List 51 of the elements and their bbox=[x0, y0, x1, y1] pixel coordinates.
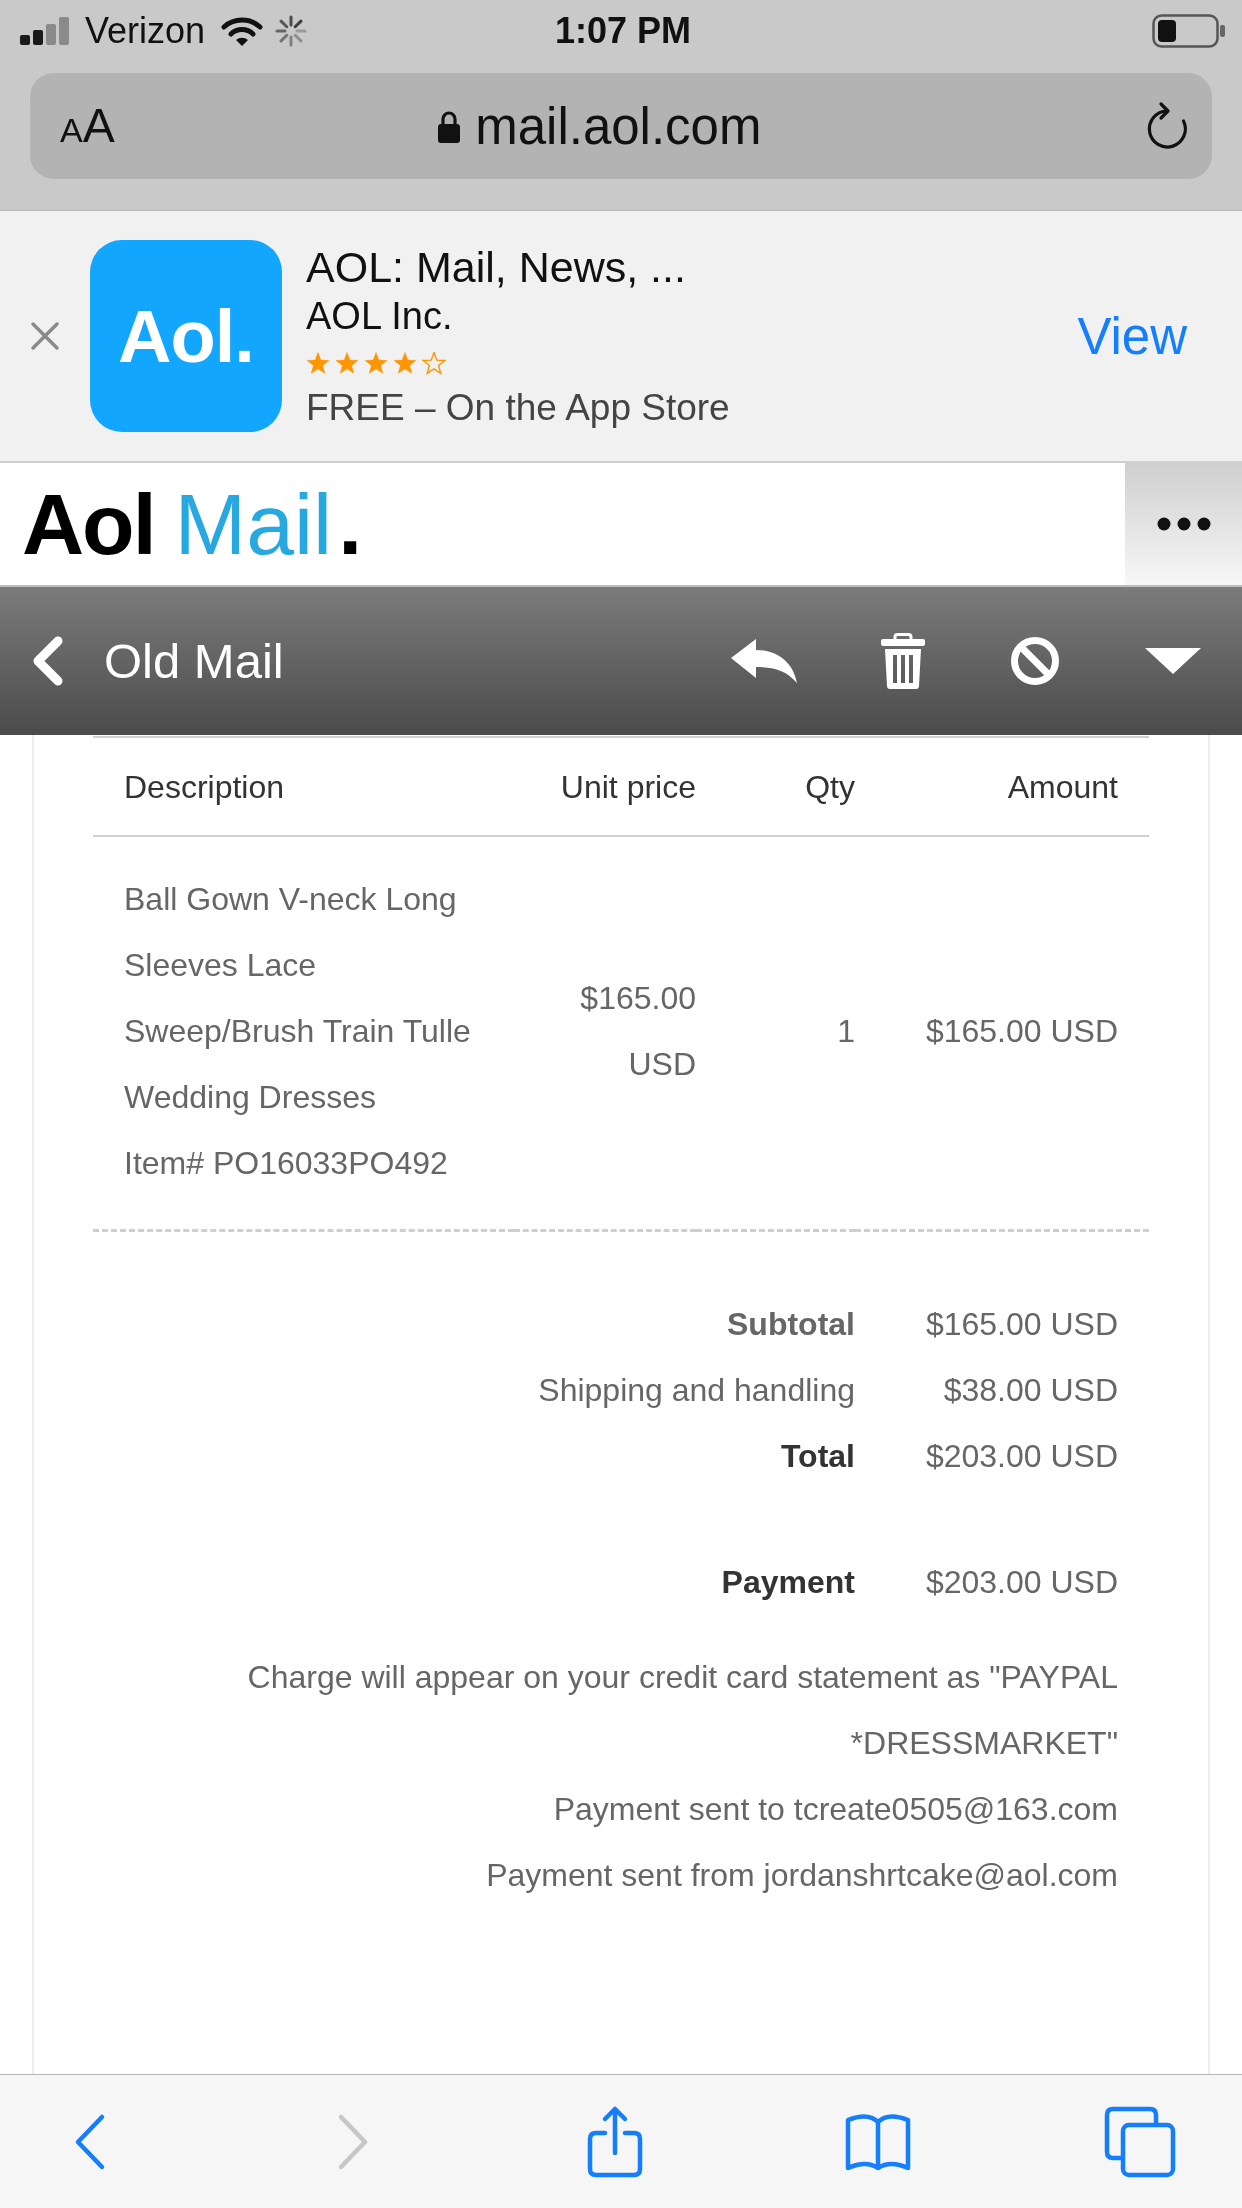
text-size-button[interactable]: AA bbox=[60, 102, 115, 150]
total-value: $203.00 USD bbox=[925, 1437, 1118, 1476]
empty-star-icon bbox=[422, 351, 446, 375]
column-header: Description bbox=[93, 737, 514, 836]
trash-icon[interactable] bbox=[881, 633, 925, 689]
table-cell: $165.00 USD bbox=[855, 836, 1149, 1231]
chevron-left-icon[interactable] bbox=[74, 2112, 106, 2171]
star-icon bbox=[393, 351, 417, 375]
more-icon bbox=[1156, 517, 1211, 531]
total-value: $38.00 USD bbox=[943, 1371, 1118, 1410]
developer-name: AOL Inc. bbox=[306, 294, 453, 339]
item-description: Ball Gown V-neck Long Sleeves Lace Sweep/Brush Train Tulle Wedding Dresses bbox=[124, 880, 472, 1117]
column-header: Unit price bbox=[514, 737, 696, 836]
payment-label: Payment bbox=[721, 1563, 855, 1602]
star-icon bbox=[306, 351, 330, 375]
total-label: Subtotal bbox=[727, 1305, 855, 1344]
spinner-icon bbox=[275, 15, 308, 47]
payment-value: $203.00 USD bbox=[925, 1563, 1118, 1602]
total-label: Total bbox=[780, 1437, 855, 1476]
tabs-icon[interactable] bbox=[1104, 2105, 1176, 2178]
app-icon: Aol. bbox=[90, 240, 282, 432]
share-icon[interactable] bbox=[586, 2104, 644, 2179]
wifi-icon bbox=[221, 15, 264, 47]
signal-icon bbox=[20, 17, 70, 45]
column-header: Qty bbox=[696, 737, 855, 836]
back-button[interactable]: Old Mail bbox=[30, 633, 284, 689]
book-icon[interactable] bbox=[843, 2111, 912, 2172]
aol-mail-logo: Aol Mail. bbox=[22, 481, 363, 567]
price-text: FREE – On the App Store bbox=[306, 386, 730, 430]
block-icon[interactable] bbox=[1009, 636, 1061, 686]
app-title: AOL: Mail, News, ... bbox=[306, 242, 686, 292]
close-icon[interactable] bbox=[30, 321, 60, 351]
clock-time: 1:07 PM bbox=[554, 13, 692, 49]
more-button[interactable] bbox=[1125, 463, 1242, 585]
url-text[interactable]: mail.aol.com bbox=[475, 100, 762, 152]
item-number: Item# PO16033PO492 bbox=[124, 1144, 449, 1183]
payment-note: Payment sent to tcreate0505@163.com bbox=[553, 1790, 1118, 1829]
lock-icon bbox=[437, 109, 462, 143]
star-icon bbox=[335, 351, 359, 375]
table-cell: 1 bbox=[696, 836, 855, 1231]
total-label: Shipping and handling bbox=[538, 1371, 855, 1410]
battery-icon bbox=[1152, 14, 1226, 48]
payment-note: Payment sent from jordanshrtcake@aol.com bbox=[486, 1856, 1118, 1895]
reply-icon[interactable] bbox=[731, 639, 797, 683]
payment-note: Charge will appear on your credit card statement as "PAYPAL *DRESSMARKET" bbox=[246, 1658, 1118, 1763]
dropdown-icon[interactable] bbox=[1145, 648, 1201, 674]
table-cell: $165.00 USD bbox=[514, 836, 696, 1231]
star-icon bbox=[364, 351, 388, 375]
column-header: Amount bbox=[855, 737, 1149, 836]
carrier-name: Verizon bbox=[85, 13, 206, 49]
total-value: $165.00 USD bbox=[925, 1305, 1118, 1344]
